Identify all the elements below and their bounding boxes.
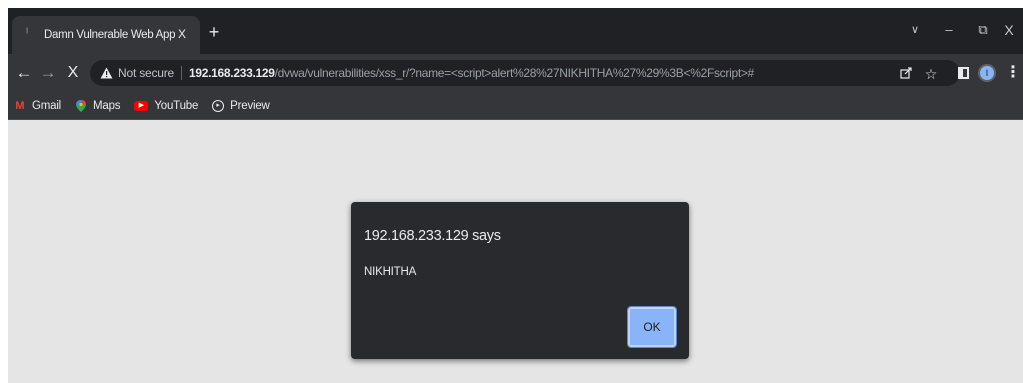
navigation-toolbar: ← → X Not secure 192.168.233.129/dvwa/vu… xyxy=(8,54,1023,92)
back-button[interactable]: ← xyxy=(14,63,34,83)
tab-dvwa[interactable]: ╵ Damn Vulnerable Web App (DVW X xyxy=(12,16,200,54)
restore-button[interactable]: ⧉ xyxy=(969,20,997,40)
security-status[interactable]: Not secure xyxy=(118,66,174,80)
bookmark-maps[interactable]: Maps xyxy=(75,99,121,112)
bookmarks-bar: M Gmail Maps ▶ YouTube ▸ Preview xyxy=(8,92,1023,120)
page-viewport: 192.168.233.129 says NIKHITHA OK xyxy=(8,120,1023,383)
dialog-title: 192.168.233.129 says xyxy=(364,228,501,244)
loading-favicon-icon: ╵ xyxy=(24,29,31,40)
bookmark-label: Gmail xyxy=(32,99,62,112)
warning-icon[interactable] xyxy=(100,67,114,79)
bookmark-label: YouTube xyxy=(154,99,199,112)
preview-icon: ▸ xyxy=(212,99,225,112)
tab-strip: ╵ Damn Vulnerable Web App (DVW X + ∨ – ⧉… xyxy=(8,8,1023,54)
ok-button[interactable]: OK xyxy=(627,306,677,348)
browser-window: ╵ Damn Vulnerable Web App (DVW X + ∨ – ⧉… xyxy=(8,8,1023,383)
bookmark-label: Maps xyxy=(93,99,121,112)
new-tab-button[interactable]: + xyxy=(204,23,224,43)
stop-loading-button[interactable]: X xyxy=(63,63,83,83)
address-separator xyxy=(181,66,183,80)
bookmark-youtube[interactable]: ▶ YouTube xyxy=(134,100,198,112)
alert-dialog: 192.168.233.129 says NIKHITHA OK xyxy=(351,202,689,359)
menu-kebab-icon[interactable]: ⋮ xyxy=(1005,63,1021,83)
maps-icon xyxy=(75,99,87,112)
share-icon[interactable] xyxy=(898,66,914,82)
minimize-button[interactable]: – xyxy=(935,20,963,40)
dialog-message: NIKHITHA xyxy=(364,266,417,278)
address-bar[interactable]: Not secure 192.168.233.129/dvwa/vulnerab… xyxy=(90,60,960,86)
tab-close-icon[interactable]: X xyxy=(174,26,190,42)
url-path: /dvwa/vulnerabilities/xss_r/?name=<scrip… xyxy=(274,66,755,80)
bookmark-label: Preview xyxy=(230,99,270,112)
tab-search-button[interactable]: ∨ xyxy=(901,20,929,40)
tab-title: Damn Vulnerable Web App (DVW xyxy=(44,29,176,41)
youtube-icon: ▶ xyxy=(134,100,149,111)
forward-button[interactable]: → xyxy=(38,63,58,83)
close-window-button[interactable]: X xyxy=(995,20,1023,40)
bookmark-preview[interactable]: ▸ Preview xyxy=(212,99,270,112)
url-host: 192.168.233.129 xyxy=(189,66,275,80)
bookmark-star-icon[interactable]: ☆ xyxy=(923,66,939,82)
gmail-icon: M xyxy=(15,99,25,112)
bookmark-gmail[interactable]: M Gmail xyxy=(14,100,61,112)
side-panel-icon[interactable] xyxy=(958,67,969,79)
url-text[interactable]: 192.168.233.129/dvwa/vulnerabilities/xss… xyxy=(189,66,754,80)
profile-avatar[interactable]: I xyxy=(978,64,996,82)
